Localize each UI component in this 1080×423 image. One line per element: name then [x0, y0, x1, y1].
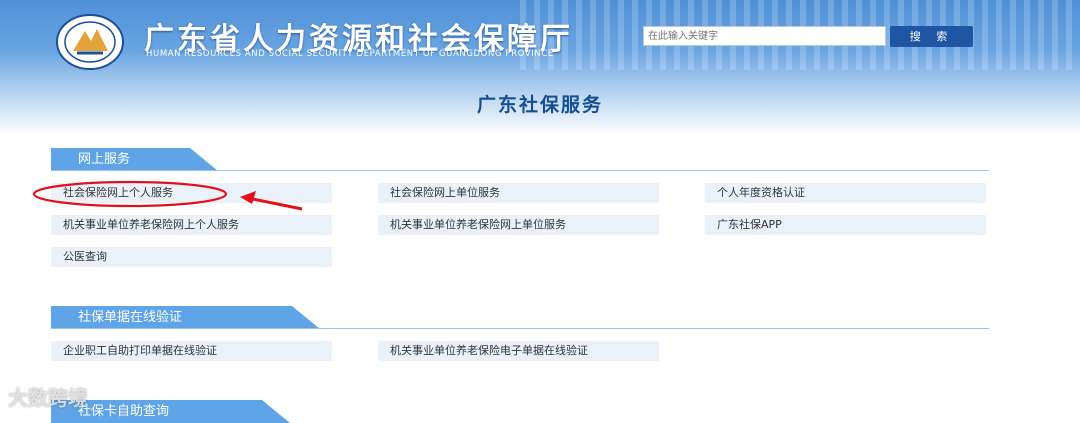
site-subtitle: HUMAN RESOURCES AND SOCIAL SECURITY DEPA…	[146, 49, 554, 59]
highlight-ellipse-annotation	[32, 180, 303, 211]
search-input[interactable]	[643, 26, 886, 46]
service-link-annual-certification[interactable]: 个人年度资格认证	[705, 183, 986, 203]
service-link-employer[interactable]: 社会保险网上单位服务	[378, 183, 659, 203]
service-link-institution-employer[interactable]: 机关事业单位养老保险网上单位服务	[378, 215, 659, 235]
department-logo-icon	[56, 14, 124, 70]
section-divider	[51, 328, 989, 329]
service-link-app[interactable]: 广东社保APP	[705, 215, 986, 235]
page-title: 广东社保服务	[476, 94, 603, 116]
service-link-institution-receipt[interactable]: 机关事业单位养老保险电子单据在线验证	[378, 341, 659, 361]
service-link-medical-query[interactable]: 公医查询	[51, 247, 332, 267]
section-divider	[51, 170, 989, 171]
watermark: 大数跨境	[8, 386, 88, 410]
service-link-institution-personal[interactable]: 机关事业单位养老保险网上个人服务	[51, 215, 332, 235]
search-button[interactable]: 搜 索	[890, 26, 973, 47]
service-link-enterprise-receipt[interactable]: 企业职工自助打印单据在线验证	[51, 341, 332, 361]
section-title: 网上服务	[51, 148, 218, 171]
section-title: 社保单据在线验证	[51, 306, 320, 329]
